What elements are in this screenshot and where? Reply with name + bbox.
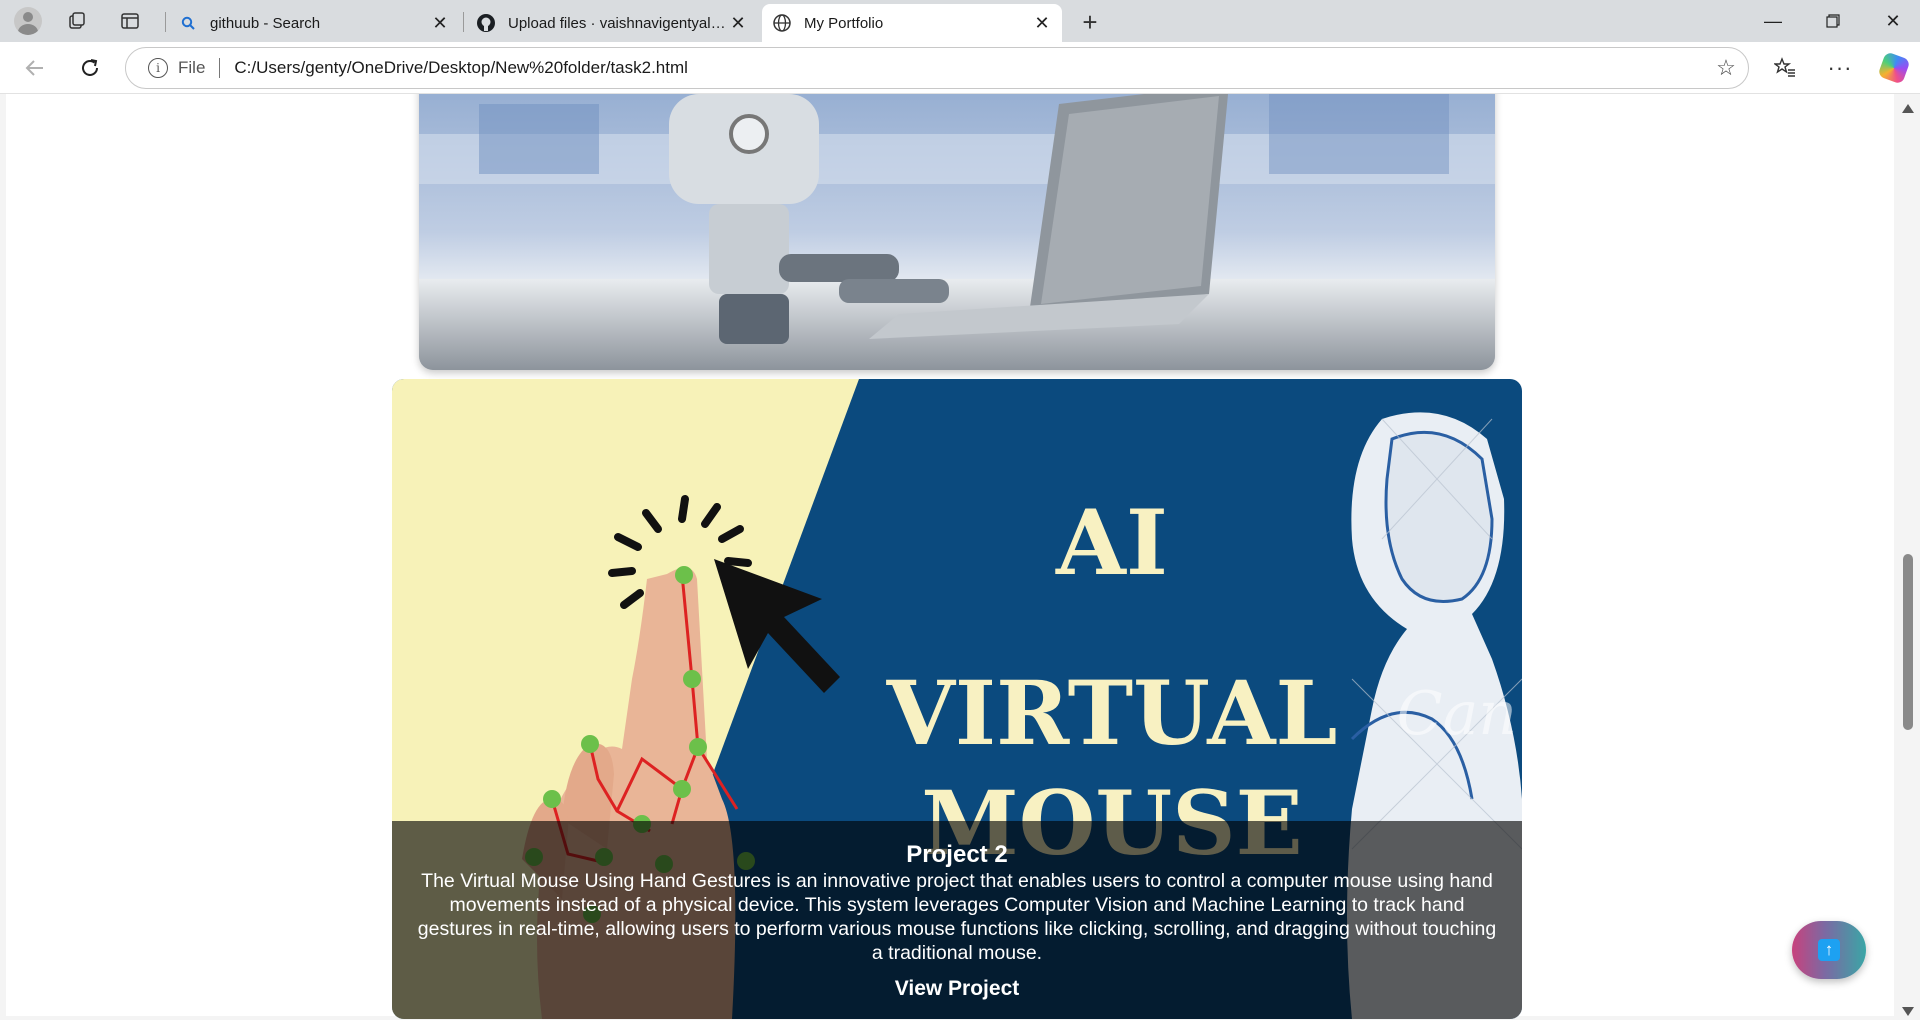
- close-icon[interactable]: ✕: [430, 13, 450, 34]
- info-icon[interactable]: i: [148, 58, 168, 78]
- scroll-down-icon[interactable]: [1902, 1007, 1914, 1016]
- tab-label: githuub - Search: [210, 14, 321, 32]
- page-viewport: AI VIRTUAL MOUSE Can Project 2 The Virtu…: [0, 94, 1920, 1020]
- globe-icon: [772, 13, 792, 33]
- vertical-tabs-icon[interactable]: [110, 1, 150, 41]
- github-icon: [476, 13, 496, 33]
- scrollbar-thumb[interactable]: [1903, 554, 1913, 730]
- url-scheme: File: [178, 58, 206, 77]
- minimize-icon[interactable]: —: [1743, 0, 1803, 42]
- more-options-icon[interactable]: ···: [1822, 50, 1858, 86]
- image-title-line-1: AI: [1055, 490, 1168, 596]
- tab-bar: githuub - Search ✕ Upload files · vaishn…: [0, 0, 1920, 42]
- address-bar: i File C:/Users/genty/OneDrive/Desktop/N…: [0, 42, 1920, 94]
- tab-portfolio[interactable]: My Portfolio ✕: [762, 4, 1062, 42]
- view-project-link[interactable]: View Project: [895, 977, 1020, 1001]
- profile-icon[interactable]: [8, 1, 48, 41]
- project-card: AI VIRTUAL MOUSE Can Project 2 The Virtu…: [392, 379, 1522, 1019]
- project-title: Project 2: [906, 841, 1008, 868]
- tab-label: My Portfolio: [804, 14, 884, 32]
- scroll-up-icon[interactable]: [1902, 104, 1914, 113]
- project-1-image: [419, 94, 1495, 370]
- close-window-icon[interactable]: ✕: [1863, 0, 1920, 42]
- close-icon[interactable]: ✕: [728, 13, 748, 34]
- tab-label: Upload files · vaishnavigentyala/W: [508, 14, 728, 32]
- image-title-line-2: VIRTUAL: [886, 661, 1338, 765]
- scrollbar[interactable]: [1894, 94, 1920, 1020]
- project-overlay: Project 2 The Virtual Mouse Using Hand G…: [392, 821, 1522, 1019]
- close-icon[interactable]: ✕: [1032, 13, 1052, 34]
- arrow-up-icon: ↑: [1818, 939, 1840, 961]
- restore-icon[interactable]: [1803, 0, 1863, 42]
- reload-icon[interactable]: [72, 50, 108, 86]
- tab-github[interactable]: Upload files · vaishnavigentyala/W ✕: [466, 4, 758, 42]
- image-watermark: Can: [1397, 679, 1517, 749]
- favorite-star-icon[interactable]: ☆: [1704, 55, 1748, 81]
- workspaces-icon[interactable]: [57, 1, 97, 41]
- scroll-to-top-button[interactable]: ↑: [1792, 921, 1866, 979]
- page-content: AI VIRTUAL MOUSE Can Project 2 The Virtu…: [6, 94, 1894, 1019]
- project-description: The Virtual Mouse Using Hand Gestures is…: [417, 870, 1497, 964]
- url-field[interactable]: i File C:/Users/genty/OneDrive/Desktop/N…: [125, 47, 1749, 89]
- search-icon: [178, 13, 198, 33]
- new-tab-icon[interactable]: +: [1072, 4, 1108, 40]
- back-icon[interactable]: [17, 50, 53, 86]
- favorites-icon[interactable]: [1767, 50, 1803, 86]
- url-text[interactable]: C:/Users/genty/OneDrive/Desktop/New%20fo…: [234, 58, 1704, 78]
- tab-search[interactable]: githuub - Search ✕: [168, 4, 460, 42]
- copilot-icon[interactable]: [1876, 50, 1912, 86]
